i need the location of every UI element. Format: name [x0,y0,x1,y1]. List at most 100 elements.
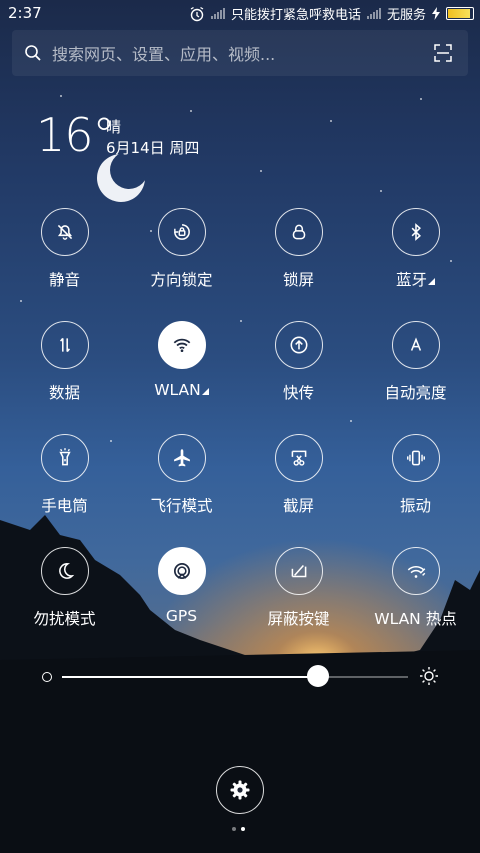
toggle-bell-mute[interactable]: 静音 [6,208,123,290]
toggle-label: 锁屏 [240,268,357,290]
toggle-label: 快传 [240,381,357,403]
weather-condition: 晴 [106,118,122,136]
toggle-label: 蓝牙 [357,268,474,290]
lock-icon [292,224,305,240]
battery-icon [446,7,474,20]
search-icon [25,45,41,61]
toggle-label-text: 振动 [399,497,431,515]
moon-icon [97,154,145,202]
toggle-button[interactable] [157,434,206,482]
alarm-icon [190,6,204,21]
toggle-wifi[interactable]: WLAN [123,321,240,399]
search-bar[interactable]: 搜索网页、设置、应用、视频... [12,30,468,76]
toggle-label-text: 锁屏 [282,271,314,289]
brightness-knob[interactable] [307,665,330,687]
toggle-button[interactable] [40,434,89,482]
toggle-airplane[interactable]: 飞行模式 [123,434,240,516]
toggle-label: 方向锁定 [123,268,240,290]
gear-icon [230,780,250,800]
toggle-button[interactable] [274,434,323,482]
sun-icon [420,667,438,685]
toggle-button[interactable] [274,547,323,595]
page-dot[interactable] [232,827,236,831]
toggle-label-text: WLAN 热点 [374,610,457,628]
toggle-button[interactable] [274,208,323,256]
toggle-label-text: 蓝牙 [395,271,427,289]
dim-icon [42,672,52,682]
toggle-label-text: 手电筒 [41,497,88,515]
toggle-flashlight[interactable]: 手电筒 [6,434,123,516]
toggle-label: 截屏 [240,494,357,516]
toggle-label: 勿扰模式 [6,607,123,629]
toggle-label: GPS [123,607,240,625]
status-bar: 2:37 只能拨打紧急呼救电话 无服务 [0,0,480,28]
toggle-rotation-lock[interactable]: 方向锁定 [123,208,240,290]
toggle-button[interactable] [40,547,89,595]
toggle-label-text: 快传 [282,384,314,402]
carrier-text: 只能拨打紧急呼救电话 [230,8,361,23]
toggle-label: WLAN [123,381,240,399]
settings-button[interactable] [216,766,264,814]
toggle-button[interactable] [274,321,323,369]
toggle-label: 数据 [6,381,123,403]
page-indicator [232,827,245,831]
toggle-label: 自动亮度 [357,381,474,403]
search-input[interactable]: 搜索网页、设置、应用、视频... [52,41,275,65]
toggle-label-text: 自动亮度 [384,384,447,402]
menu-arrow-icon[interactable] [428,278,435,285]
toggle-button[interactable] [391,208,440,256]
toggle-label-text: 方向锁定 [150,271,213,289]
toggle-label: 手电筒 [6,494,123,516]
toggle-button[interactable] [157,321,206,369]
toggle-auto-brightness[interactable]: 自动亮度 [357,321,474,403]
toggle-label-text: 屏蔽按键 [267,610,330,628]
toggle-vibrate[interactable]: 振动 [357,434,474,516]
mobile-data-icon [59,337,70,353]
toggle-button[interactable] [157,547,206,595]
brightness-slider[interactable] [62,665,408,687]
page-dot[interactable] [241,827,245,831]
service-text: 无服务 [386,8,426,23]
toggle-label: 振动 [357,494,474,516]
toggle-button[interactable] [391,321,440,369]
signal-icon [210,8,225,19]
toggle-moon-dnd[interactable]: 勿扰模式 [6,547,123,629]
toggle-block-keys[interactable]: 屏蔽按键 [240,547,357,629]
toggle-button[interactable] [40,208,89,256]
gps-icon [173,562,190,580]
scan-icon[interactable] [434,44,452,62]
moon-dnd-icon [58,563,74,579]
toggle-label-text: 勿扰模式 [33,610,96,628]
toggle-label: WLAN 热点 [357,607,474,629]
toggle-label: 屏蔽按键 [240,607,357,629]
toggle-label-text: 数据 [48,384,80,402]
toggle-label-text: 静音 [48,271,80,289]
toggle-mobile-data[interactable]: 数据 [6,321,123,403]
auto-brightness-icon [410,337,421,351]
menu-arrow-icon[interactable] [201,388,209,395]
toggle-label-text: GPS [165,607,198,625]
toggle-quick-send[interactable]: 快传 [240,321,357,403]
flashlight-icon [58,448,71,466]
toggle-label-text: 截屏 [282,497,314,515]
airplane-icon [173,449,190,467]
toggle-button[interactable] [391,434,440,482]
toggle-button[interactable] [157,208,206,256]
toggle-button[interactable] [391,547,440,595]
brightness-fill [62,676,319,678]
screenshot-icon [291,450,306,466]
rotation-lock-icon [173,224,190,240]
vibrate-icon [406,450,425,466]
toggle-label-text: WLAN [154,381,201,399]
block-keys-icon [291,564,306,578]
toggle-bluetooth[interactable]: 蓝牙 [357,208,474,290]
quick-send-icon [290,336,307,354]
toggle-button[interactable] [40,321,89,369]
hotspot-icon [407,566,425,578]
toggle-hotspot[interactable]: WLAN 热点 [357,547,474,629]
charging-icon [432,7,440,20]
toggle-gps[interactable]: GPS [123,547,240,625]
wifi-icon [173,338,190,353]
toggle-lock[interactable]: 锁屏 [240,208,357,290]
toggle-screenshot[interactable]: 截屏 [240,434,357,516]
